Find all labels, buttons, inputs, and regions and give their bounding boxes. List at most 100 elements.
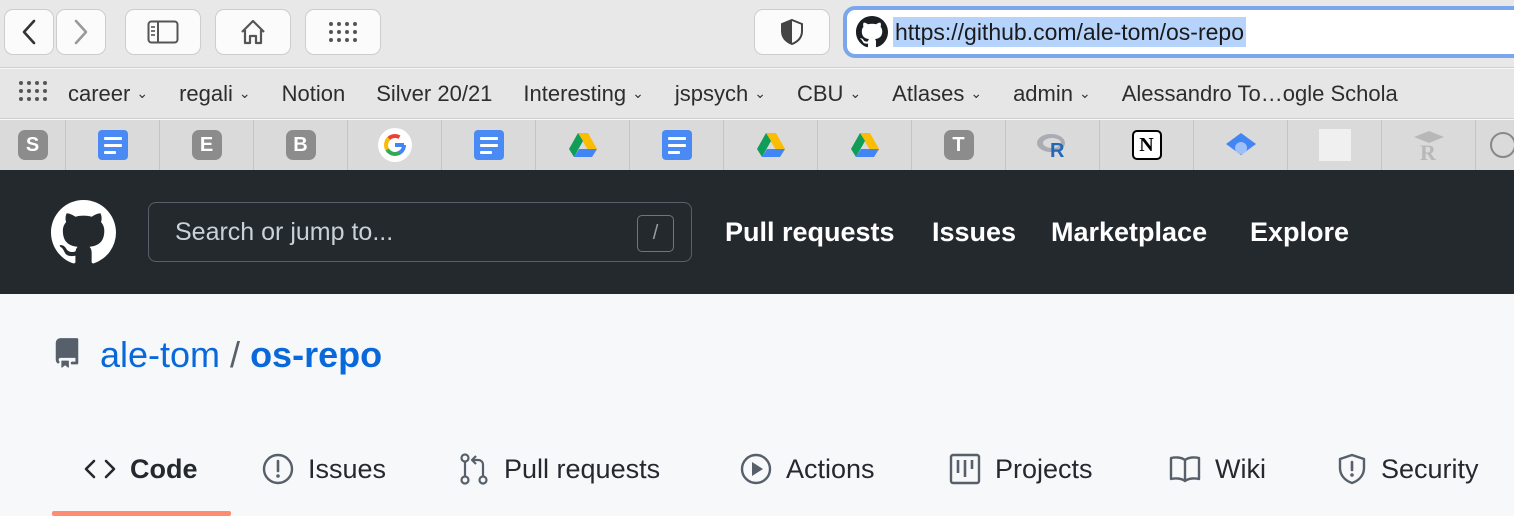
tab-issues[interactable]: Issues bbox=[262, 449, 386, 489]
favorite-s[interactable]: S bbox=[0, 120, 66, 170]
bookmark-career[interactable]: career ⌄ bbox=[68, 81, 148, 107]
google-docs-icon bbox=[473, 130, 504, 160]
book-icon bbox=[1169, 456, 1201, 483]
favorite-drive-1[interactable] bbox=[536, 120, 630, 170]
favorite-notion[interactable]: N bbox=[1100, 120, 1194, 170]
search-input[interactable]: Search or jump to... / bbox=[148, 202, 692, 262]
letter-e-icon: E bbox=[191, 130, 222, 160]
tab-overview-button[interactable] bbox=[305, 9, 381, 55]
bookmark-regali[interactable]: regali ⌄ bbox=[179, 81, 251, 107]
chevron-down-icon: ⌄ bbox=[849, 85, 862, 101]
favorite-t[interactable]: T bbox=[912, 120, 1006, 170]
repo-icon bbox=[55, 338, 79, 368]
nav-pull-requests[interactable]: Pull requests bbox=[725, 217, 895, 248]
sidebar-icon bbox=[147, 20, 179, 44]
chevron-down-icon: ⌄ bbox=[1078, 85, 1091, 101]
favorite-clock[interactable] bbox=[1476, 120, 1514, 170]
favorite-google[interactable] bbox=[348, 120, 442, 170]
r-language-icon: R bbox=[1036, 134, 1065, 159]
browser-toolbar: https://github.com/ale-tom/os-repo bbox=[0, 0, 1514, 68]
chevron-down-icon: ⌄ bbox=[970, 85, 983, 101]
favorite-e[interactable]: E bbox=[160, 120, 254, 170]
google-drive-icon bbox=[850, 133, 879, 157]
tab-code[interactable]: Code bbox=[84, 449, 198, 489]
shield-icon bbox=[1338, 453, 1366, 485]
letter-s-icon: S bbox=[17, 130, 48, 160]
play-icon bbox=[740, 453, 772, 485]
bookmark-scholar[interactable]: Alessandro To…ogle Schola bbox=[1122, 81, 1398, 107]
favorite-blank[interactable] bbox=[1288, 120, 1382, 170]
google-icon bbox=[377, 128, 412, 162]
letter-t-icon: T bbox=[943, 130, 974, 160]
favorite-docs-3[interactable] bbox=[630, 120, 724, 170]
tab-projects[interactable]: Projects bbox=[949, 449, 1093, 489]
tab-actions[interactable]: Actions bbox=[740, 449, 875, 489]
tab-pull-requests[interactable]: Pull requests bbox=[458, 449, 660, 489]
bookmark-notion[interactable]: Notion bbox=[282, 81, 346, 107]
github-favicon-icon bbox=[855, 15, 889, 49]
back-button[interactable] bbox=[4, 9, 54, 55]
repo-title: ale-tom / os-repo bbox=[52, 334, 382, 376]
svg-text:R: R bbox=[1420, 140, 1437, 162]
chevron-down-icon: ⌄ bbox=[754, 85, 766, 101]
repo-name-link[interactable]: os-repo bbox=[250, 334, 382, 376]
google-drive-icon bbox=[756, 133, 785, 157]
forward-button[interactable] bbox=[56, 9, 106, 55]
favorite-docs-2[interactable] bbox=[442, 120, 536, 170]
search-placeholder: Search or jump to... bbox=[175, 218, 394, 246]
clock-icon bbox=[1490, 132, 1514, 158]
bookmark-atlases[interactable]: Atlases ⌄ bbox=[892, 81, 982, 107]
nav-issues[interactable]: Issues bbox=[932, 217, 1016, 248]
favorite-docs-1[interactable] bbox=[66, 120, 160, 170]
favorites-tab-strip: S E B T R N R bbox=[0, 120, 1514, 170]
r-graduation-icon: R bbox=[1413, 131, 1444, 162]
home-icon bbox=[241, 19, 265, 45]
google-drive-icon bbox=[568, 133, 597, 157]
favorite-rstudio[interactable]: R bbox=[1382, 120, 1476, 170]
bookmark-jspsych[interactable]: jspsych ⌄ bbox=[675, 81, 766, 107]
chevron-down-icon: ⌄ bbox=[136, 85, 149, 101]
shield-half-icon bbox=[781, 18, 803, 46]
google-docs-icon bbox=[661, 130, 692, 160]
tab-security[interactable]: Security bbox=[1337, 449, 1479, 489]
pull-request-icon bbox=[460, 453, 488, 485]
github-logo-icon[interactable] bbox=[51, 200, 116, 270]
address-bar[interactable]: https://github.com/ale-tom/os-repo bbox=[843, 6, 1514, 58]
privacy-report-button[interactable] bbox=[754, 9, 830, 55]
nav-marketplace[interactable]: Marketplace bbox=[1051, 217, 1207, 248]
nav-explore[interactable]: Explore bbox=[1250, 217, 1349, 248]
repo-owner-link[interactable]: ale-tom bbox=[100, 334, 220, 376]
favorite-scholar[interactable] bbox=[1194, 120, 1288, 170]
chevron-left-icon bbox=[22, 19, 36, 45]
favorite-drive-3[interactable] bbox=[818, 120, 912, 170]
active-tab-underline bbox=[52, 511, 231, 516]
google-docs-icon bbox=[97, 130, 128, 160]
issue-icon bbox=[262, 453, 294, 485]
favorite-drive-2[interactable] bbox=[724, 120, 818, 170]
code-icon bbox=[84, 459, 116, 479]
sidebar-button[interactable] bbox=[125, 9, 201, 55]
bookmarks-bar: career ⌄ regali ⌄ Notion Silver 20/21 Inte… bbox=[0, 69, 1514, 119]
bookmark-admin[interactable]: admin ⌄ bbox=[1013, 81, 1091, 107]
bookmark-silver[interactable]: Silver 20/21 bbox=[376, 81, 492, 107]
home-button[interactable] bbox=[215, 9, 291, 55]
notion-icon: N bbox=[1131, 130, 1162, 160]
repo-separator: / bbox=[230, 334, 241, 375]
slash-shortcut-badge: / bbox=[637, 215, 674, 252]
github-header: Search or jump to... / Pull requests Iss… bbox=[0, 170, 1514, 294]
svg-text:R: R bbox=[1050, 140, 1065, 159]
blank-favicon-icon bbox=[1318, 129, 1351, 161]
chevron-down-icon: ⌄ bbox=[632, 85, 644, 101]
grid-icon bbox=[329, 22, 357, 42]
tab-wiki[interactable]: Wiki bbox=[1169, 449, 1266, 489]
graduation-cap-icon bbox=[1225, 133, 1256, 155]
bookmarks-grid-icon[interactable] bbox=[18, 80, 48, 107]
chevron-down-icon: ⌄ bbox=[238, 85, 251, 101]
chevron-right-icon bbox=[74, 19, 88, 45]
favorite-b[interactable]: B bbox=[254, 120, 348, 170]
favorite-r[interactable]: R bbox=[1006, 120, 1100, 170]
letter-b-icon: B bbox=[285, 130, 316, 160]
bookmark-interesting[interactable]: Interesting ⌄ bbox=[523, 81, 643, 107]
url-text[interactable]: https://github.com/ale-tom/os-repo bbox=[893, 17, 1246, 47]
bookmark-cbu[interactable]: CBU ⌄ bbox=[797, 81, 861, 107]
